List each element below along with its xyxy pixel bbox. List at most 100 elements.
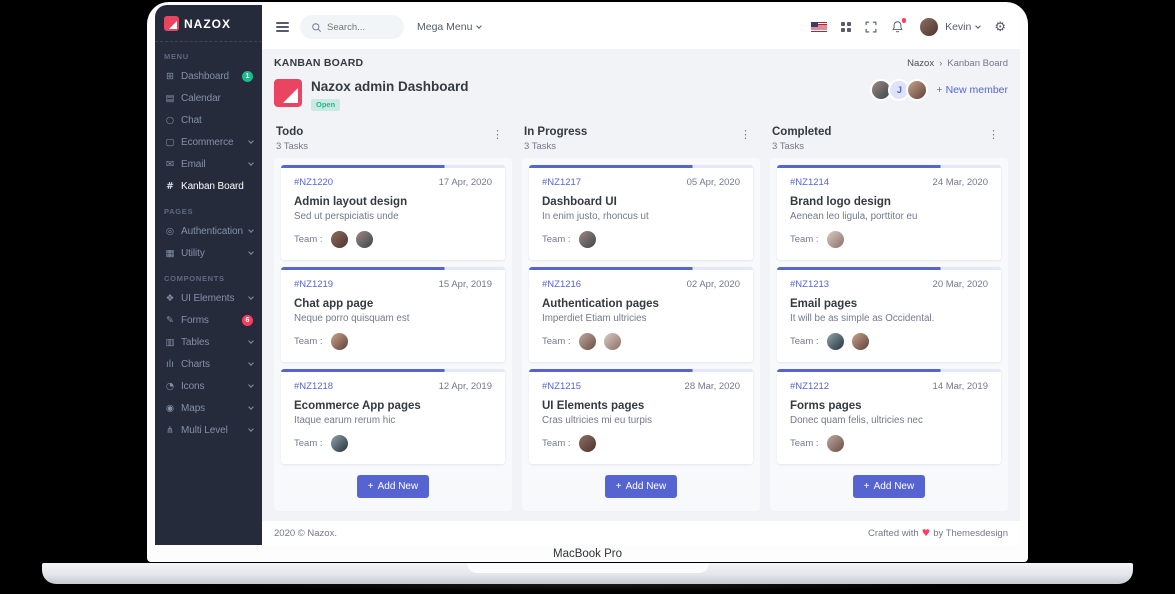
task-title[interactable]: UI Elements pages	[542, 400, 740, 412]
language-flag-icon[interactable]	[811, 21, 828, 33]
avatar[interactable]	[849, 331, 871, 352]
user-name: Kevin	[945, 21, 972, 33]
task-title[interactable]: Ecommerce App pages	[294, 400, 492, 412]
page-title: KANBAN BOARD	[274, 57, 364, 69]
task-id-link[interactable]: #NZ1220	[294, 177, 333, 188]
sidebar-item-kanban-board[interactable]: # Kanban Board	[155, 175, 262, 197]
avatar[interactable]	[328, 331, 350, 352]
column-menu-icon[interactable]: ⋮	[487, 126, 508, 143]
task-card[interactable]: #NZ1216 02 Apr, 2020 Authentication page…	[529, 267, 753, 362]
fullscreen-icon[interactable]	[865, 21, 877, 33]
sidebar-item-utility[interactable]: ▦ Utility	[155, 242, 262, 264]
credit-prefix: Crafted with	[867, 527, 919, 539]
macbook-bezel: NAZOX MENU ⊞ Dashboard 1 ▤ Calendar ○ Ch…	[147, 2, 1028, 562]
task-title[interactable]: Email pages	[790, 298, 988, 310]
sidebar-item-authentication[interactable]: ◎ Authentication	[155, 220, 262, 242]
user-menu[interactable]: Kevin	[918, 16, 982, 38]
avatar[interactable]	[328, 229, 350, 250]
sidebar-item-calendar[interactable]: ▤ Calendar	[155, 87, 262, 109]
team-label: Team :	[542, 438, 571, 449]
kanban-column-todo: Todo 3 Tasks ⋮ #NZ1220 17 Apr, 2020 Admi…	[274, 124, 512, 511]
sidebar-item-multi-level[interactable]: ⋔ Multi Level	[155, 419, 262, 441]
column-card-list: #NZ1220 17 Apr, 2020 Admin layout design…	[274, 158, 512, 511]
task-card[interactable]: #NZ1213 20 Mar, 2020 Email pages It will…	[777, 267, 1001, 362]
task-title[interactable]: Forms pages	[790, 400, 988, 412]
chevron-down-icon	[248, 360, 254, 366]
task-card[interactable]: #NZ1220 17 Apr, 2020 Admin layout design…	[281, 165, 505, 260]
add-new-button[interactable]: + Add New	[604, 475, 678, 498]
task-title[interactable]: Chat app page	[294, 298, 492, 310]
sidebar-item-maps[interactable]: ◉ Maps	[155, 397, 262, 419]
macbook-base	[42, 563, 1133, 584]
settings-gear-icon[interactable]: ⚙	[994, 20, 1006, 35]
task-id-link[interactable]: #NZ1216	[542, 279, 581, 290]
task-id-link[interactable]: #NZ1215	[542, 381, 581, 392]
mega-menu-button[interactable]: Mega Menu	[417, 21, 483, 33]
kanban-column-completed: Completed 3 Tasks ⋮ #NZ1214 24 Mar, 2020…	[770, 124, 1008, 511]
new-member-button[interactable]: + New member	[936, 84, 1008, 96]
notifications-bell-icon[interactable]	[891, 18, 907, 34]
sidebar-item-tables[interactable]: ▥ Tables	[155, 331, 262, 353]
sidebar-item-email[interactable]: ✉ Email	[155, 153, 262, 175]
add-new-button[interactable]: + Add New	[852, 475, 926, 498]
breadcrumb: Nazox › Kanban Board	[907, 58, 1008, 69]
plus-icon: +	[367, 481, 374, 492]
avatar[interactable]	[824, 331, 846, 352]
task-id-link[interactable]: #NZ1218	[294, 381, 333, 392]
column-menu-icon[interactable]: ⋮	[983, 126, 1004, 143]
sidebar-item-forms[interactable]: ✎ Forms 6	[155, 309, 262, 331]
task-card[interactable]: #NZ1218 12 Apr, 2019 Ecommerce App pages…	[281, 369, 505, 464]
breadcrumb-separator-icon: ›	[939, 57, 943, 69]
heart-icon: ♥	[921, 527, 931, 539]
task-card[interactable]: #NZ1215 28 Mar, 2020 UI Elements pages C…	[529, 369, 753, 464]
task-card[interactable]: #NZ1219 15 Apr, 2019 Chat app page Neque…	[281, 267, 505, 362]
sidebar-item-chat[interactable]: ○ Chat	[155, 109, 262, 131]
search-input[interactable]	[327, 21, 393, 33]
task-date: 05 Apr, 2020	[686, 177, 740, 188]
breadcrumb-current: Kanban Board	[947, 57, 1008, 69]
sidebar-item-ui-elements[interactable]: ❖ UI Elements	[155, 287, 262, 309]
avatar[interactable]	[353, 229, 375, 250]
task-id-link[interactable]: #NZ1212	[790, 381, 829, 392]
brand-logo[interactable]: NAZOX	[155, 5, 262, 42]
chevron-down-icon	[248, 404, 254, 410]
column-menu-icon[interactable]: ⋮	[735, 126, 756, 143]
avatar[interactable]	[576, 229, 598, 250]
task-id-link[interactable]: #NZ1219	[294, 279, 333, 290]
ecommerce-icon: ▢	[165, 136, 175, 148]
avatar[interactable]	[824, 433, 846, 454]
team-member-avatar[interactable]	[906, 79, 929, 101]
macbook-base-notch	[466, 563, 709, 573]
task-card[interactable]: #NZ1214 24 Mar, 2020 Brand logo design A…	[777, 165, 1001, 260]
menu-toggle-icon[interactable]	[276, 22, 289, 32]
avatar[interactable]	[576, 433, 598, 454]
task-id-link[interactable]: #NZ1217	[542, 177, 581, 188]
task-date: 24 Mar, 2020	[932, 177, 988, 188]
nazox-logo-icon	[164, 16, 179, 31]
task-title[interactable]: Brand logo design	[790, 196, 988, 208]
avatar[interactable]	[601, 331, 623, 352]
avatar[interactable]	[328, 433, 350, 454]
task-id-link[interactable]: #NZ1213	[790, 279, 829, 290]
chevron-down-icon	[248, 249, 254, 255]
status-badge: Open	[311, 98, 341, 111]
task-id-link[interactable]: #NZ1214	[790, 177, 829, 188]
sidebar-item-charts[interactable]: ılı Charts	[155, 353, 262, 375]
apps-grid-icon[interactable]	[841, 22, 852, 32]
avatar[interactable]	[824, 229, 846, 250]
task-title[interactable]: Authentication pages	[542, 298, 740, 310]
task-card[interactable]: #NZ1217 05 Apr, 2020 Dashboard UI In eni…	[529, 165, 753, 260]
add-new-button[interactable]: + Add New	[356, 475, 430, 498]
sidebar-item-icons[interactable]: ◔ Icons	[155, 375, 262, 397]
kanban-column-in-progress: In Progress 3 Tasks ⋮ #NZ1217 05 Apr, 20…	[522, 124, 760, 511]
sidebar-item-ecommerce[interactable]: ▢ Ecommerce	[155, 131, 262, 153]
breadcrumb-parent[interactable]: Nazox	[907, 58, 934, 69]
avatar[interactable]	[576, 331, 598, 352]
search-box[interactable]	[300, 15, 404, 39]
calendar-icon: ▤	[165, 92, 175, 104]
footer: 2020 © Nazox. Crafted with ♥ by Themesde…	[262, 521, 1020, 545]
task-title[interactable]: Dashboard UI	[542, 196, 740, 208]
task-card[interactable]: #NZ1212 14 Mar, 2019 Forms pages Donec q…	[777, 369, 1001, 464]
task-title[interactable]: Admin layout design	[294, 196, 492, 208]
sidebar-item-dashboard[interactable]: ⊞ Dashboard 1	[155, 65, 262, 87]
